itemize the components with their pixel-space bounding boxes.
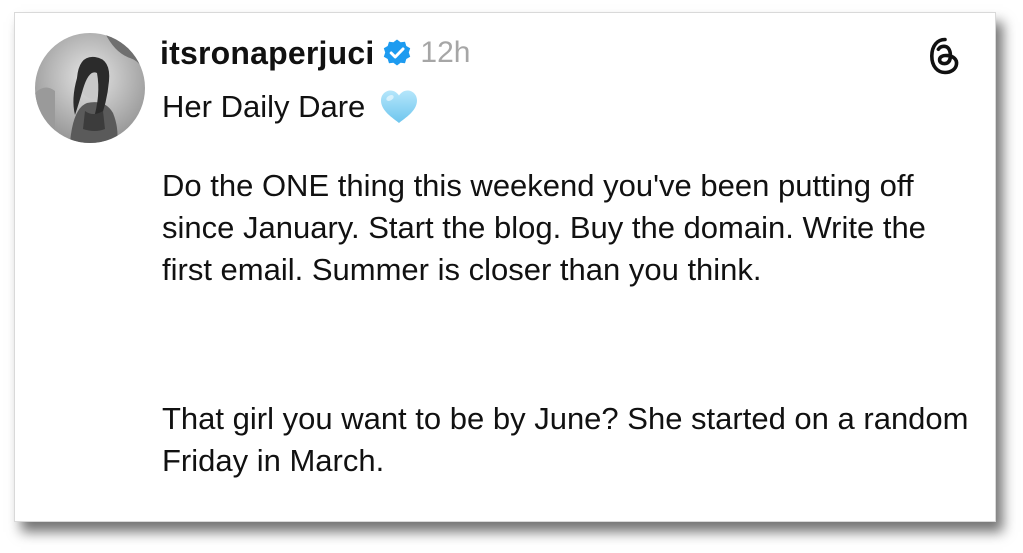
verified-badge-icon xyxy=(382,38,412,68)
threads-post-card: itsronaperjuci 12h Her Daily Dare Do the… xyxy=(14,12,996,522)
post-title-row: Her Daily Dare xyxy=(162,89,419,125)
timestamp: 12h xyxy=(420,36,471,69)
post-paragraph-2: That girl you want to be by June? She st… xyxy=(162,401,969,478)
post-title: Her Daily Dare xyxy=(162,89,366,124)
threads-logo-icon[interactable] xyxy=(927,37,963,75)
username[interactable]: itsronaperjuci xyxy=(160,35,374,72)
avatar[interactable] xyxy=(35,33,145,143)
post-header: itsronaperjuci 12h xyxy=(160,33,470,73)
light-blue-heart-icon xyxy=(379,89,419,125)
post-paragraph-1: Do the ONE thing this weekend you've bee… xyxy=(162,168,926,287)
